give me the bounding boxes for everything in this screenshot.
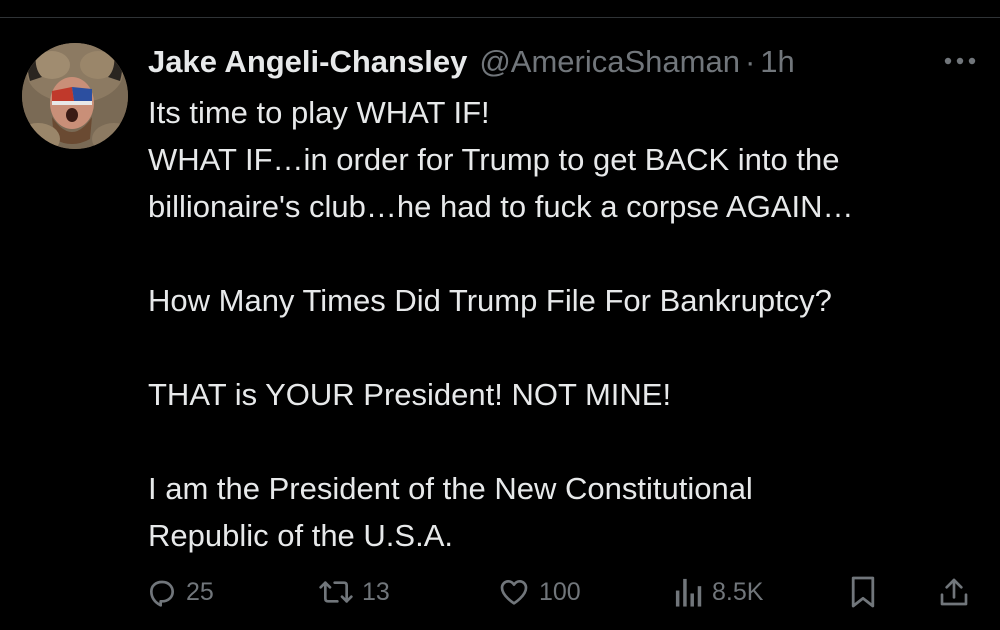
reply-button[interactable]: 25 <box>146 572 214 612</box>
bookmark-button[interactable] <box>849 572 877 612</box>
tweet-line: THAT is YOUR President! NOT MINE! <box>148 377 672 412</box>
like-button[interactable]: 100 <box>497 572 581 612</box>
tweet-line: Republic of the U.S.A. <box>148 518 453 553</box>
tweet-line: I am the President of the New Constituti… <box>148 471 753 506</box>
author-display-name[interactable]: Jake Angeli-Chansley <box>148 40 467 84</box>
heart-icon <box>500 580 528 605</box>
share-button[interactable] <box>938 572 970 612</box>
top-divider <box>0 17 1000 18</box>
repost-count: 13 <box>362 577 390 606</box>
avatar-image <box>22 43 128 149</box>
tweet-line: WHAT IF…in order for Trump to get BACK i… <box>148 142 840 177</box>
more-horizontal-icon <box>944 57 976 65</box>
reply-count: 25 <box>186 577 214 606</box>
tweet-actions-bar: 25 13 100 8.5K <box>0 572 1000 612</box>
views-button[interactable]: 8.5K <box>674 572 763 612</box>
tweet-line: Its time to play WHAT IF! <box>148 95 490 130</box>
tweet-timestamp[interactable]: 1h <box>760 40 794 84</box>
tweet-line: How Many Times Did Trump File For Bankru… <box>148 283 832 318</box>
repost-icon <box>319 581 353 603</box>
reply-icon <box>150 580 174 607</box>
more-options-button[interactable] <box>938 48 982 74</box>
tweet-line: billionaire's club…he had to fuck a corp… <box>148 189 854 224</box>
header-separator: · <box>744 44 756 79</box>
avatar[interactable] <box>22 43 128 149</box>
repost-button[interactable]: 13 <box>318 572 390 612</box>
share-icon <box>940 578 968 606</box>
tweet-body: Its time to play WHAT IF! WHAT IF…in ord… <box>148 89 978 559</box>
views-count: 8.5K <box>712 577 764 606</box>
views-bar-chart-icon <box>675 578 702 607</box>
author-handle[interactable]: @AmericaShaman <box>479 40 740 84</box>
bookmark-icon <box>851 576 875 608</box>
tweet-header: Jake Angeli-Chansley @AmericaShaman · 1h <box>148 40 795 84</box>
like-count: 100 <box>539 577 581 606</box>
